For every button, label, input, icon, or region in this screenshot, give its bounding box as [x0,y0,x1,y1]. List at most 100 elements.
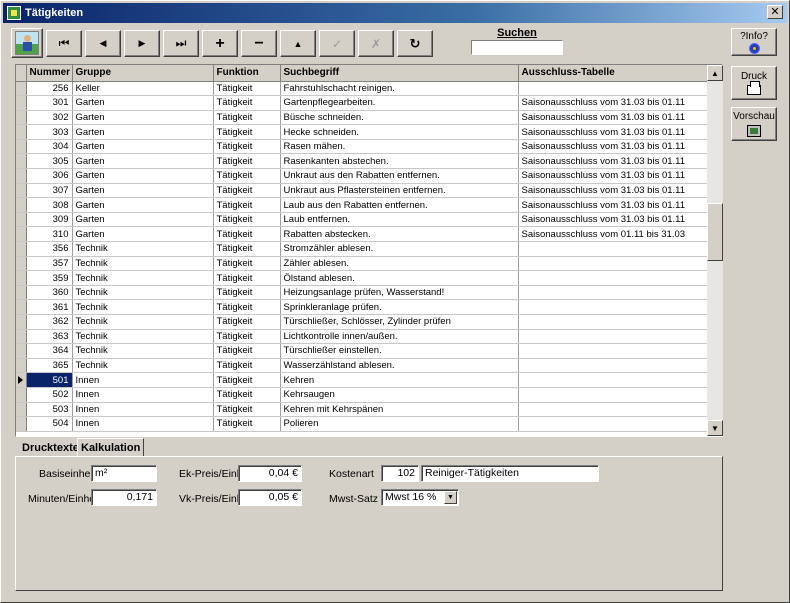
row-indicator[interactable] [16,226,27,243]
column-header-funktion[interactable]: Funktion [213,65,281,82]
cell-nummer[interactable]: 361 [26,299,73,315]
edit-record-button[interactable]: ▲ [280,30,316,57]
cell-nummer[interactable]: 356 [26,241,73,257]
cell-nummer[interactable]: 303 [26,124,73,140]
column-header-nummer[interactable]: Nummer [26,65,73,82]
cell-nummer[interactable]: 364 [26,343,73,359]
cell-gruppe[interactable]: Garten [72,168,214,184]
table-row[interactable]: 310 Garten Tätigkeit Rabatten abstecken. Sai… [16,226,709,243]
cell-gruppe[interactable]: Technik [72,256,214,272]
cell-nummer[interactable]: 308 [26,197,73,213]
cell-ausschluss[interactable] [518,314,709,330]
cell-ausschluss[interactable] [518,256,709,272]
cell-gruppe[interactable]: Technik [72,299,214,315]
cell-ausschluss[interactable] [518,329,709,345]
preview-button[interactable]: Vorschau [731,107,777,141]
next-record-button[interactable]: ▶ [124,30,160,57]
cell-nummer[interactable]: 306 [26,168,73,184]
cell-nummer[interactable]: 310 [26,226,73,243]
delete-record-button[interactable]: − [241,30,277,57]
cell-gruppe[interactable]: Technik [72,314,214,330]
table-row[interactable]: 361 Technik Tätigkeit Sprinkleranlage prüfe… [16,299,709,315]
table-row[interactable]: 359 Technik Tätigkeit Ölstand ablesen. [16,270,709,286]
cell-gruppe[interactable]: Technik [72,358,214,374]
cell-nummer[interactable]: 363 [26,329,73,345]
table-row[interactable]: 305 Garten Tätigkeit Rasenkanten abstechen.… [16,153,709,170]
chevron-down-icon[interactable]: ▼ [444,491,457,504]
cell-nummer[interactable]: 309 [26,212,73,228]
cell-suchbegriff[interactable]: Hecke schneiden. [280,124,519,140]
row-indicator[interactable] [16,139,27,155]
cell-suchbegriff[interactable]: Unkraut aus den Rabatten entfernen. [280,168,519,184]
cell-ausschluss[interactable] [518,270,709,286]
cell-gruppe[interactable]: Garten [72,153,214,170]
cell-ausschluss[interactable]: Saisonausschluss vom 31.03 bis 01.11 [518,168,709,184]
post-edit-button[interactable]: ✓ [319,30,355,57]
row-indicator[interactable] [16,387,27,403]
close-button[interactable]: ✕ [767,5,783,19]
cell-funktion[interactable]: Tätigkeit [213,358,281,374]
cell-funktion[interactable]: Tätigkeit [213,329,281,345]
cell-ausschluss[interactable] [518,241,709,257]
cell-suchbegriff[interactable]: Türschließer einstellen. [280,343,519,359]
row-indicator[interactable] [16,285,27,301]
table-row[interactable]: 256 Keller Tätigkeit Fahrstuhlschacht reini… [16,81,709,97]
cell-nummer[interactable]: 362 [26,314,73,330]
cell-ausschluss[interactable] [518,402,709,418]
table-row[interactable]: 503 Innen Tätigkeit Kehren mit Kehrspänen [16,402,709,418]
kostenart-code-field[interactable]: 102 [381,465,419,482]
minuten-field[interactable]: 0,171 [91,489,157,506]
cell-funktion[interactable]: Tätigkeit [213,183,281,199]
row-indicator[interactable] [16,416,27,432]
refresh-button[interactable]: ↻ [397,30,433,57]
row-indicator[interactable] [16,270,27,286]
cell-nummer[interactable]: 501 [26,372,73,388]
row-indicator[interactable] [16,256,27,272]
cell-nummer[interactable]: 302 [26,110,73,126]
cell-gruppe[interactable]: Technik [72,270,214,286]
cell-ausschluss[interactable]: Saisonausschluss vom 31.03 bis 01.11 [518,139,709,155]
kostenart-name-field[interactable]: Reiniger-Tätigkeiten [421,465,599,482]
column-header-gruppe[interactable]: Gruppe [72,65,214,82]
cell-gruppe[interactable]: Technik [72,285,214,301]
row-indicator[interactable] [16,343,27,359]
table-row[interactable]: 301 Garten Tätigkeit Gartenpflegearbeiten. S… [16,95,709,111]
cell-funktion[interactable]: Tätigkeit [213,124,281,140]
cell-ausschluss[interactable] [518,343,709,359]
basiseinheit-field[interactable]: m² [91,465,157,482]
cell-nummer[interactable]: 360 [26,285,73,301]
cell-suchbegriff[interactable]: Kehrsaugen [280,387,519,403]
table-row[interactable]: 356 Technik Tätigkeit Stromzähler ablesen. [16,241,709,257]
cell-funktion[interactable]: Tätigkeit [213,139,281,155]
cell-gruppe[interactable]: Garten [72,95,214,111]
cell-ausschluss[interactable] [518,416,709,432]
cell-suchbegriff[interactable]: Unkraut aus Pflastersteinen entfernen. [280,183,519,199]
row-indicator[interactable] [16,402,27,418]
first-record-button[interactable]: ⏮ [46,30,82,57]
cell-gruppe[interactable]: Garten [72,124,214,140]
row-indicator[interactable] [16,110,27,126]
cell-funktion[interactable]: Tätigkeit [213,241,281,257]
cell-gruppe[interactable]: Garten [72,212,214,228]
cell-funktion[interactable]: Tätigkeit [213,299,281,315]
cell-nummer[interactable]: 307 [26,183,73,199]
cell-funktion[interactable]: Tätigkeit [213,197,281,213]
table-row[interactable]: 357 Technik Tätigkeit Zähler ablesen. [16,256,709,272]
cell-suchbegriff[interactable]: Sprinkleranlage prüfen. [280,299,519,315]
cell-gruppe[interactable]: Technik [72,241,214,257]
cell-nummer[interactable]: 305 [26,153,73,170]
row-indicator[interactable] [16,197,27,213]
table-row[interactable]: 309 Garten Tätigkeit Laub entfernen. Saisona… [16,212,709,228]
cell-gruppe[interactable]: Garten [72,110,214,126]
cell-funktion[interactable]: Tätigkeit [213,212,281,228]
cell-funktion[interactable]: Tätigkeit [213,168,281,184]
cell-suchbegriff[interactable]: Stromzähler ablesen. [280,241,519,257]
cell-funktion[interactable]: Tätigkeit [213,226,281,243]
cell-suchbegriff[interactable]: Laub aus den Rabatten entfernen. [280,197,519,213]
cell-ausschluss[interactable] [518,358,709,374]
column-header-suchbegriff[interactable]: Suchbegriff [280,65,519,82]
cell-ausschluss[interactable]: Saisonausschluss vom 31.03 bis 01.11 [518,153,709,170]
cell-suchbegriff[interactable]: Heizungsanlage prüfen, Wasserstand! [280,285,519,301]
previous-record-button[interactable]: ◀ [85,30,121,57]
table-row[interactable]: 302 Garten Tätigkeit Büsche schneiden. Saiso… [16,110,709,126]
